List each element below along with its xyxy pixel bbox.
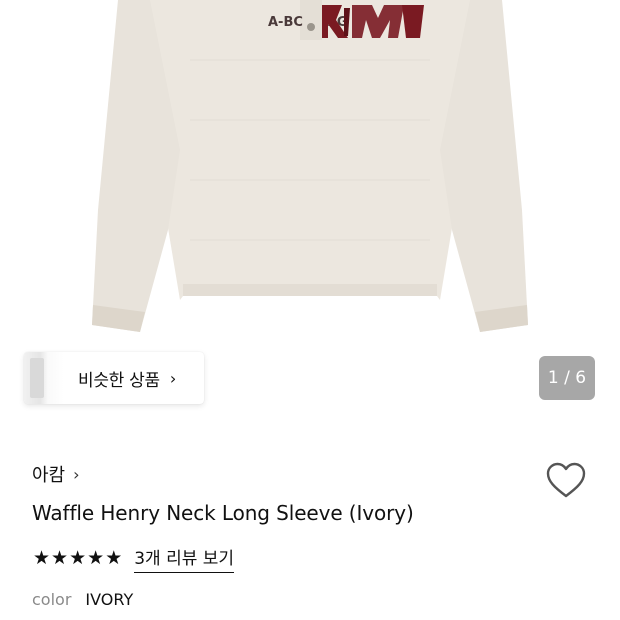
similar-products-thumbnail xyxy=(24,352,64,404)
product-title: Waffle Henry Neck Long Sleeve (Ivory) xyxy=(32,501,414,525)
similar-products-label: 비슷한 상품 xyxy=(78,370,160,391)
star-filled-icon: ★ xyxy=(51,547,69,569)
color-label: color xyxy=(32,590,72,609)
brand-name: 아캄 xyxy=(32,465,66,486)
view-reviews-link[interactable]: 3개 리뷰 보기 xyxy=(134,544,235,573)
star-filled-icon: ★ xyxy=(33,547,51,569)
chevron-right-icon: › xyxy=(169,368,177,388)
star-filled-icon: ★ xyxy=(87,547,105,569)
color-value: IVORY xyxy=(85,590,134,609)
gallery-page-counter: 1 / 6 xyxy=(539,356,595,400)
chevron-right-icon: › xyxy=(73,464,80,484)
star-rating: ★ ★ ★ ★ ★ xyxy=(33,549,122,568)
wishlist-button[interactable] xyxy=(544,460,588,500)
rating-row: ★ ★ ★ ★ ★ 3개 리뷰 보기 xyxy=(33,544,235,573)
star-filled-icon: ★ xyxy=(69,547,87,569)
svg-text:A-BC: A-BC xyxy=(268,15,303,30)
heart-outline-icon xyxy=(546,462,586,498)
color-row: color IVORY xyxy=(32,590,133,609)
similar-products-button[interactable]: 비슷한 상품 › xyxy=(24,352,204,404)
brand-link[interactable]: 아캄 › xyxy=(32,461,80,487)
star-filled-icon: ★ xyxy=(105,547,123,569)
product-image[interactable]: A-BC BG 비슷한 상품 › 1 / 6 xyxy=(0,0,620,420)
